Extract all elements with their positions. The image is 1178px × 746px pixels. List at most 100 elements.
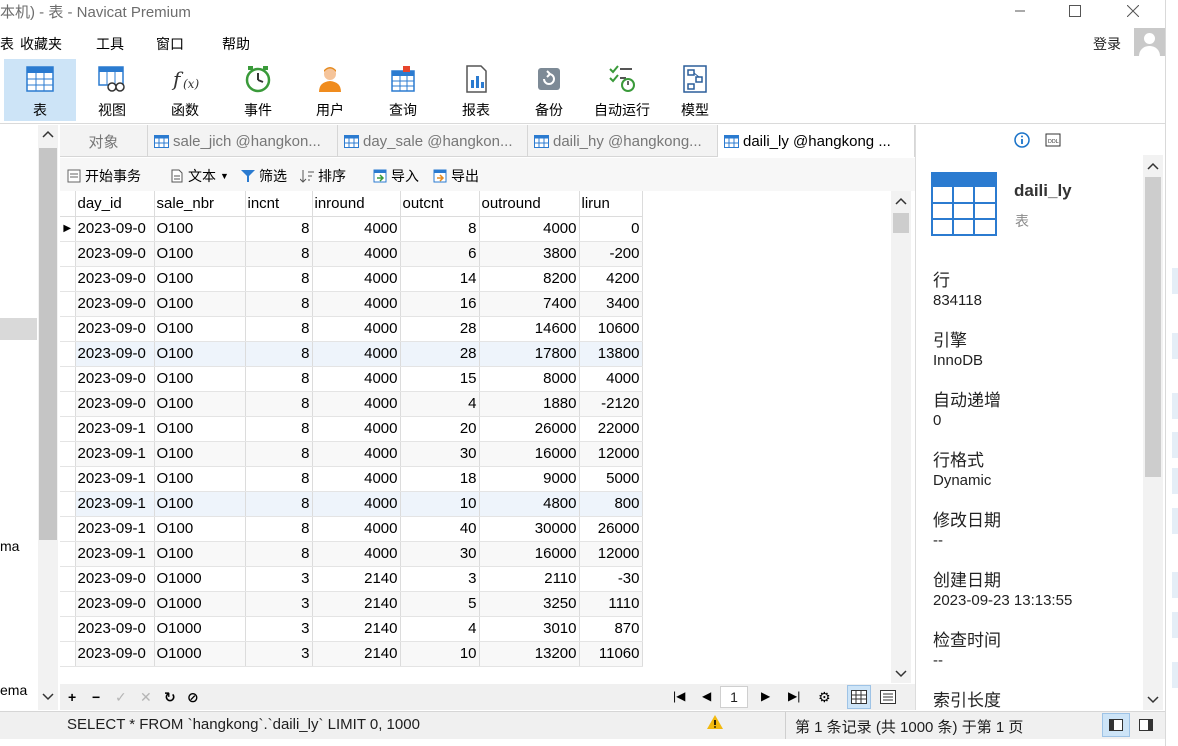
stop-icon[interactable]: ⊘ — [187, 689, 199, 706]
toolbar-event-button[interactable]: 事件 — [222, 59, 294, 121]
table-cell[interactable]: O100 — [154, 241, 246, 267]
row-marker[interactable] — [60, 441, 76, 467]
table-cell[interactable]: 12000 — [579, 541, 643, 567]
table-cell[interactable]: 4000 — [312, 266, 401, 292]
table-cell[interactable]: -30 — [579, 566, 643, 592]
data-grid[interactable]: day_id sale_nbr incnt inround outcnt out… — [60, 191, 891, 674]
previous-page-icon[interactable]: ◀ — [702, 689, 711, 703]
table-cell[interactable]: 30 — [400, 541, 480, 567]
row-marker[interactable] — [60, 416, 76, 442]
last-page-icon[interactable]: ▶| — [788, 689, 800, 703]
table-cell[interactable]: 4000 — [312, 416, 401, 442]
table-cell[interactable]: O100 — [154, 441, 246, 467]
menu-favorites[interactable]: 收藏夹 — [20, 34, 62, 54]
table-cell[interactable]: 18 — [400, 466, 480, 492]
table-cell[interactable]: 2023-09-0 — [75, 291, 155, 317]
table-cell[interactable]: 20 — [400, 416, 480, 442]
login-link[interactable]: 登录 — [1093, 34, 1121, 54]
table-cell[interactable]: O1000 — [154, 616, 246, 642]
tab-day-sale[interactable]: day_sale @hangkon... — [338, 125, 528, 157]
table-row[interactable]: 2023-09-0 O1000 3 2140 5 3250 1110 — [60, 591, 643, 617]
table-cell[interactable]: O100 — [154, 516, 246, 542]
navigator-item-fragment[interactable]: ema — [0, 682, 27, 698]
tab-daili-ly[interactable]: daili_ly @hangkong ... — [718, 125, 915, 157]
grid-scrollbar[interactable] — [891, 191, 911, 683]
menu-tools[interactable]: 工具 — [96, 34, 124, 54]
discard-icon[interactable]: ✕ — [140, 689, 152, 706]
table-cell[interactable]: 2140 — [312, 566, 401, 592]
table-cell[interactable]: 8 — [245, 416, 313, 442]
table-cell[interactable]: 8000 — [479, 366, 580, 392]
table-cell[interactable]: 2023-09-1 — [75, 516, 155, 542]
toolbar-query-button[interactable]: 查询 — [367, 59, 439, 121]
chevron-up-icon[interactable] — [42, 129, 54, 139]
table-cell[interactable]: 11060 — [579, 641, 643, 667]
table-cell[interactable]: 870 — [579, 616, 643, 642]
column-header[interactable]: outcnt — [400, 191, 480, 217]
table-cell[interactable]: 28 — [400, 316, 480, 342]
column-header[interactable]: lirun — [579, 191, 643, 217]
table-row[interactable]: 2023-09-1 O100 8 4000 20 26000 22000 — [60, 416, 643, 442]
table-cell[interactable]: 4000 — [312, 466, 401, 492]
info-scroll-thumb[interactable] — [1145, 177, 1161, 477]
table-cell[interactable]: O100 — [154, 366, 246, 392]
row-marker[interactable] — [60, 616, 76, 642]
table-row[interactable]: 2023-09-0 O100 8 4000 28 14600 10600 — [60, 316, 643, 342]
table-cell[interactable]: O100 — [154, 466, 246, 492]
table-cell[interactable]: 8200 — [479, 266, 580, 292]
table-cell[interactable]: 16000 — [479, 441, 580, 467]
table-cell[interactable]: 2023-09-0 — [75, 316, 155, 342]
first-page-icon[interactable]: |◀ — [673, 689, 685, 703]
grid-view-button[interactable] — [847, 685, 871, 709]
table-cell[interactable]: 17800 — [479, 341, 580, 367]
table-cell[interactable]: O100 — [154, 541, 246, 567]
table-cell[interactable]: 8 — [245, 516, 313, 542]
table-cell[interactable]: 2023-09-1 — [75, 491, 155, 517]
table-cell[interactable]: 14 — [400, 266, 480, 292]
chevron-down-icon[interactable] — [895, 669, 907, 679]
row-marker[interactable] — [60, 291, 76, 317]
table-cell[interactable]: 3 — [245, 616, 313, 642]
navigator-item-fragment[interactable]: ma — [0, 538, 19, 554]
tab-objects[interactable]: 对象 — [60, 125, 148, 157]
toolbar-automation-button[interactable]: 自动运行 — [586, 59, 658, 121]
table-cell[interactable]: 8 — [245, 391, 313, 417]
column-header[interactable]: day_id — [75, 191, 155, 217]
table-cell[interactable]: 3 — [245, 641, 313, 667]
table-cell[interactable]: 2023-09-0 — [75, 616, 155, 642]
table-cell[interactable]: 5 — [400, 591, 480, 617]
chevron-down-icon[interactable] — [1147, 695, 1159, 705]
tab-daili-hy[interactable]: daili_hy @hangkong... — [528, 125, 718, 157]
table-cell[interactable]: 2140 — [312, 641, 401, 667]
row-marker[interactable] — [60, 366, 76, 392]
table-cell[interactable]: 2023-09-1 — [75, 416, 155, 442]
table-cell[interactable]: 4000 — [312, 291, 401, 317]
table-row[interactable]: 2023-09-0 O1000 3 2140 10 13200 11060 — [60, 641, 643, 667]
table-cell[interactable]: 800 — [579, 491, 643, 517]
toolbar-view-button[interactable]: 视图 — [76, 59, 148, 121]
menu-help[interactable]: 帮助 — [222, 34, 250, 54]
sort-button[interactable]: 排序 — [300, 166, 346, 186]
row-marker[interactable] — [60, 641, 76, 667]
table-row[interactable]: 2023-09-1 O100 8 4000 18 9000 5000 — [60, 466, 643, 492]
next-page-icon[interactable]: ▶ — [761, 689, 770, 703]
table-cell[interactable]: 3400 — [579, 291, 643, 317]
table-cell[interactable]: 2023-09-0 — [75, 591, 155, 617]
warning-icon[interactable] — [706, 714, 724, 730]
table-cell[interactable]: 2023-09-0 — [75, 641, 155, 667]
row-marker[interactable] — [60, 266, 76, 292]
table-cell[interactable]: 4000 — [312, 241, 401, 267]
row-marker[interactable] — [60, 341, 76, 367]
table-cell[interactable]: 8 — [245, 466, 313, 492]
table-cell[interactable]: -2120 — [579, 391, 643, 417]
table-cell[interactable]: O100 — [154, 316, 246, 342]
table-row[interactable]: 2023-09-0 O1000 3 2140 3 2110 -30 — [60, 566, 643, 592]
table-cell[interactable]: O100 — [154, 491, 246, 517]
table-cell[interactable]: 8 — [245, 341, 313, 367]
delete-record-icon[interactable]: − — [92, 689, 100, 705]
table-cell[interactable]: 12000 — [579, 441, 643, 467]
table-cell[interactable]: 4 — [400, 616, 480, 642]
row-marker[interactable] — [60, 591, 76, 617]
navigator-selected-item[interactable] — [0, 318, 37, 340]
table-cell[interactable]: 8 — [245, 266, 313, 292]
